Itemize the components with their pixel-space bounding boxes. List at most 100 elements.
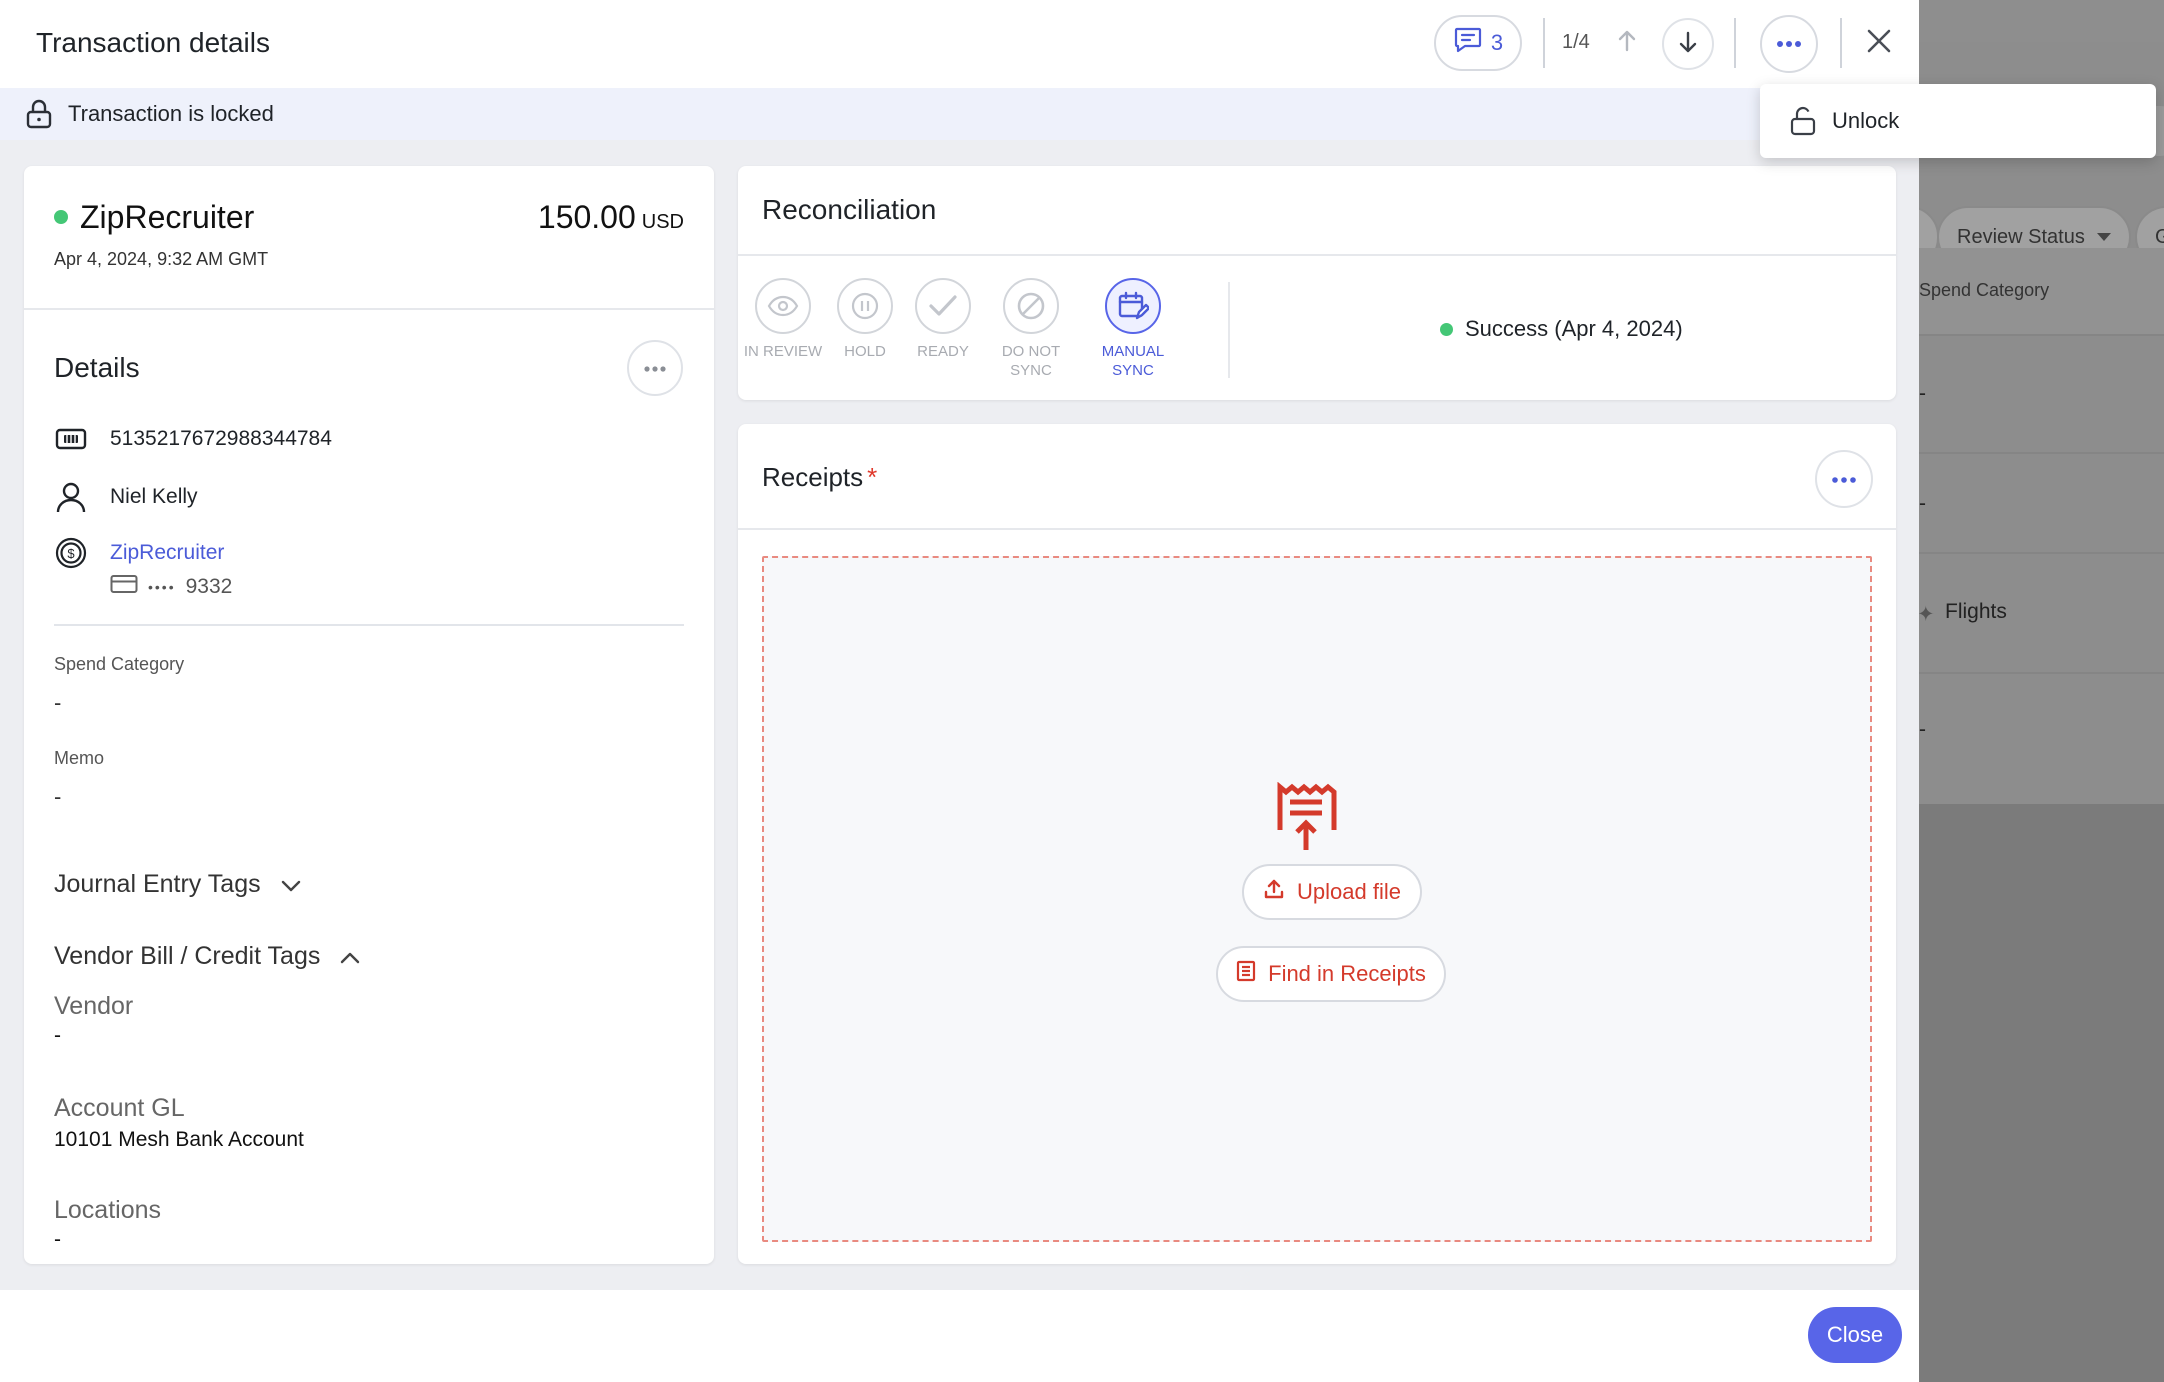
calendar-edit-icon <box>1105 278 1161 334</box>
close-modal-button[interactable] <box>1860 24 1898 62</box>
vendor-row: $ ZipRecruiter <box>54 536 224 570</box>
close-icon <box>1866 28 1892 59</box>
receipt-list-icon <box>1236 960 1256 988</box>
details-more-button[interactable] <box>627 340 683 396</box>
receipts-more-button[interactable] <box>1815 450 1873 508</box>
row-value: - <box>1919 718 1926 741</box>
row-value: - <box>1919 382 1926 405</box>
header-divider <box>1543 18 1545 68</box>
header-divider <box>1840 18 1842 68</box>
row-value: Flights <box>1945 600 2007 623</box>
vendor-bill-credit-tags-toggle[interactable]: Vendor Bill / Credit Tags <box>54 942 360 971</box>
locations-label: Locations <box>54 1196 162 1224</box>
lock-banner-text: Transaction is locked <box>68 101 274 126</box>
reconciliation-divider <box>738 254 1896 256</box>
section-label: Vendor Bill / Credit Tags <box>54 942 321 970</box>
chevron-up-icon <box>340 942 360 971</box>
required-indicator: * <box>867 462 878 492</box>
vendor-label: Vendor <box>54 992 134 1020</box>
step-label: READY <box>917 342 969 361</box>
comments-count: 3 <box>1490 30 1504 55</box>
credit-card-icon <box>110 574 138 600</box>
receipts-divider <box>738 528 1896 530</box>
upload-file-button[interactable]: Upload file <box>1242 864 1422 920</box>
merchant-header: ZipRecruiter Apr 4, 2024, 9:32 AM GMT 15… <box>24 166 714 310</box>
background-topbar <box>1919 0 2164 42</box>
more-horizontal-icon <box>1832 470 1856 488</box>
comments-button[interactable]: 3 <box>1434 15 1522 71</box>
receipts-title-text: Receipts <box>762 462 864 492</box>
background-table-row: - <box>1919 338 2164 454</box>
status-step-do-not-sync[interactable]: DO NOT SYNC <box>986 278 1076 380</box>
background-table-header: Spend Category <box>1919 248 2164 336</box>
status-step-ready[interactable]: READY <box>898 278 988 361</box>
step-label: IN REVIEW <box>744 342 822 361</box>
previous-transaction-button[interactable] <box>1610 26 1644 60</box>
card-last-four: 9332 <box>185 575 233 598</box>
svg-text:$: $ <box>67 546 75 561</box>
vendor-value: - <box>54 1024 61 1047</box>
unlock-icon <box>1788 105 1818 137</box>
vendor-link[interactable]: ZipRecruiter <box>110 541 224 565</box>
step-label: HOLD <box>844 342 886 361</box>
more-actions-button[interactable] <box>1760 15 1818 73</box>
sync-status-text: Success (Apr 4, 2024) <box>1465 316 1683 341</box>
arrow-down-icon <box>1677 30 1699 59</box>
reconciliation-heading: Reconciliation <box>762 194 937 225</box>
journal-entry-tags-toggle[interactable]: Journal Entry Tags <box>54 870 301 899</box>
header-divider <box>1734 18 1736 68</box>
status-step-in-review[interactable]: IN REVIEW <box>738 278 828 361</box>
amount-value: 150.00 <box>537 199 636 235</box>
transaction-details-modal: Transaction details 3 1/4 Transaction is… <box>0 0 1919 1382</box>
account-gl-label: Account GL <box>54 1094 185 1122</box>
status-step-manual-sync[interactable]: MANUAL SYNC <box>1088 278 1178 380</box>
success-dot <box>1440 322 1453 336</box>
ban-icon <box>1003 278 1059 334</box>
upload-file-label: Upload file <box>1297 879 1401 904</box>
background-table-row: - <box>1919 454 2164 554</box>
details-divider <box>54 624 684 626</box>
status-step-hold[interactable]: HOLD <box>820 278 910 361</box>
transaction-locked-banner: Transaction is locked <box>0 88 1919 140</box>
close-button[interactable]: Close <box>1808 1307 1902 1363</box>
memo-value: - <box>54 784 62 809</box>
eye-icon <box>755 278 811 334</box>
check-icon <box>915 278 971 334</box>
modal-header: Transaction details 3 1/4 <box>0 0 1919 88</box>
status-dot <box>54 210 68 224</box>
comment-icon <box>1453 26 1483 60</box>
memo-label: Memo <box>54 748 105 768</box>
unlock-label: Unlock <box>1832 108 1900 133</box>
payment-card-row: •••• 9332 <box>110 574 232 600</box>
spend-category-label: Spend Category <box>54 654 185 674</box>
step-label: DO NOT SYNC <box>1002 342 1060 380</box>
transaction-summary-card: ZipRecruiter Apr 4, 2024, 9:32 AM GMT 15… <box>24 166 714 1264</box>
pagination-counter: 1/4 <box>1562 31 1590 53</box>
section-label: Journal Entry Tags <box>54 870 261 898</box>
step-label-line: SYNC <box>1112 362 1154 379</box>
menu-item-unlock[interactable]: Unlock <box>1760 84 2156 158</box>
details-heading: Details <box>54 352 140 383</box>
arrow-up-icon <box>1616 29 1638 58</box>
background-table-row: - <box>1919 674 2164 794</box>
step-label-line: IN REVIEW <box>743 343 823 360</box>
step-label-line: MANUAL <box>1101 343 1165 360</box>
next-transaction-button[interactable] <box>1662 18 1714 70</box>
transaction-amount: 150.00 USD <box>538 199 684 236</box>
find-in-receipts-label: Find in Receipts <box>1268 961 1426 986</box>
find-in-receipts-button[interactable]: Find in Receipts <box>1216 946 1446 1002</box>
user-icon <box>54 480 88 514</box>
lock-icon <box>24 97 54 131</box>
transaction-date: Apr 4, 2024, 9:32 AM GMT <box>54 249 269 269</box>
merchant-name: ZipRecruiter <box>80 199 255 235</box>
step-label-line: DO NOT <box>1001 343 1061 360</box>
locations-value: - <box>54 1228 61 1251</box>
card-number: 5135217672988344784 <box>110 427 332 450</box>
receipt-dropzone[interactable]: Upload file Find in Receipts <box>762 556 1872 1242</box>
cardholder-row: Niel Kelly <box>54 480 198 514</box>
modal-footer <box>0 1290 1919 1382</box>
reconciliation-card: Reconciliation IN REVIEW HOLD READY DO N… <box>738 166 1896 400</box>
receipts-heading: Receipts * <box>762 462 877 493</box>
column-header: Spend Category <box>1919 280 2050 300</box>
step-label-line: HOLD <box>844 343 886 360</box>
